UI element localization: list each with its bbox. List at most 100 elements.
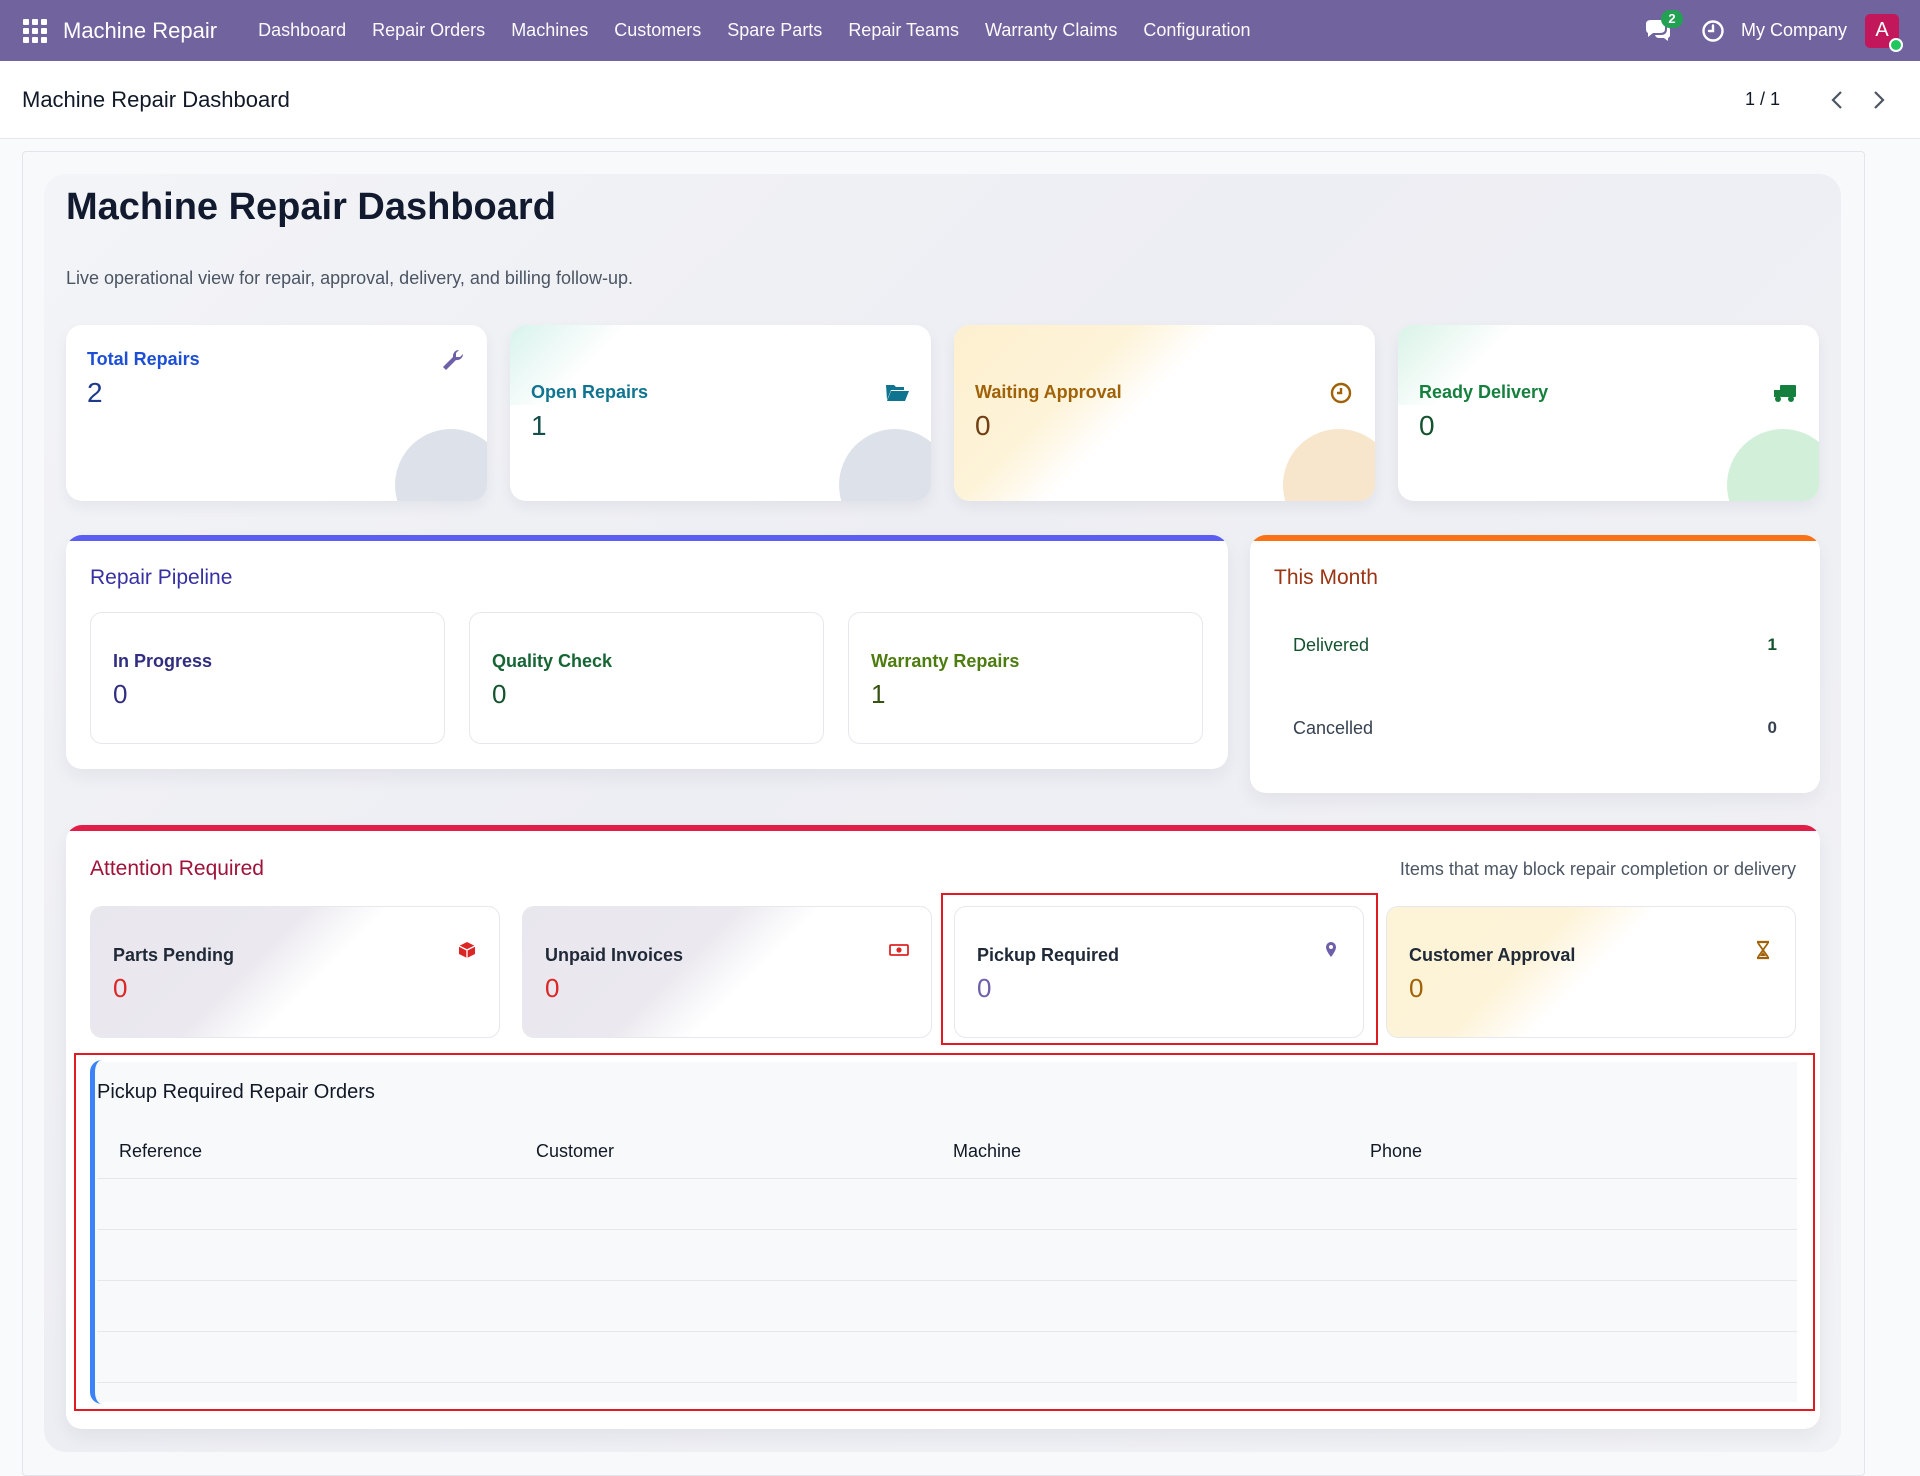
menu-item-dashboard[interactable]: Dashboard	[245, 20, 359, 41]
pipeline-warranty-repairs[interactable]: Warranty Repairs 1	[848, 612, 1203, 744]
pipeline-in-progress[interactable]: In Progress 0	[90, 612, 445, 744]
attention-label: Unpaid Invoices	[545, 945, 684, 965]
pager-previous-button[interactable]	[1826, 86, 1848, 114]
attention-required-title: Attention Required	[90, 857, 264, 880]
menu-item-spare-parts[interactable]: Spare Parts	[714, 20, 835, 41]
kpi-ready-delivery[interactable]: Ready Delivery 0	[1398, 325, 1819, 501]
app-brand[interactable]: Machine Repair	[63, 18, 217, 44]
box-icon	[458, 942, 476, 958]
this-month-title: This Month	[1274, 566, 1378, 589]
attention-label: Parts Pending	[113, 945, 235, 965]
chevron-left-icon	[1831, 90, 1842, 109]
attention-value: 0	[977, 973, 992, 1003]
kpi-label: Total Repairs	[87, 349, 200, 369]
money-icon	[889, 944, 909, 956]
hourglass-icon	[1757, 940, 1769, 960]
card-decor-gradient	[523, 907, 931, 1037]
attention-unpaid-invoices[interactable]: Unpaid Invoices 0	[522, 906, 932, 1038]
month-row-delivered: Delivered 1	[1293, 635, 1777, 656]
clock-icon	[1702, 19, 1724, 42]
avatar-letter: A	[1875, 19, 1889, 41]
table-empty-row	[97, 1331, 1797, 1332]
pipeline-label: Quality Check	[492, 651, 613, 671]
pickup-table-container	[90, 1062, 1797, 1402]
attention-value: 0	[1409, 973, 1424, 1003]
menu-item-customers[interactable]: Customers	[601, 20, 714, 41]
column-header-reference[interactable]: Reference	[119, 1141, 202, 1162]
map-pin-icon	[1326, 942, 1336, 957]
month-row-label: Cancelled	[1293, 718, 1374, 738]
attention-pickup-required[interactable]: Pickup Required 0	[954, 906, 1364, 1038]
pickup-table-title: Pickup Required Repair Orders	[97, 1081, 375, 1103]
attention-value: 0	[545, 973, 560, 1003]
panel-accent-bar	[66, 535, 1228, 541]
kpi-total-repairs[interactable]: Total Repairs 2	[66, 325, 487, 501]
chevron-right-icon	[1874, 90, 1885, 109]
company-switcher[interactable]: My Company	[1741, 20, 1847, 41]
chat-icon[interactable]: 2	[1643, 9, 1683, 46]
folder-open-icon	[886, 385, 909, 401]
month-row-cancelled: Cancelled 0	[1293, 718, 1777, 739]
kpi-decor-circle	[1727, 429, 1819, 501]
kpi-label: Ready Delivery	[1419, 382, 1549, 402]
menu-item-repair-orders[interactable]: Repair Orders	[359, 20, 498, 41]
table-header-divider	[97, 1178, 1797, 1179]
attention-hint: Items that may block repair completion o…	[1399, 859, 1796, 879]
online-status-dot	[1889, 37, 1903, 52]
card-decor-gradient	[1387, 907, 1795, 1037]
control-panel: Machine Repair Dashboard 1 / 1	[0, 61, 1920, 139]
pipeline-value: 0	[113, 679, 128, 709]
chat-count-badge: 2	[1660, 9, 1683, 28]
pipeline-value: 1	[871, 679, 886, 709]
table-accent-border	[90, 1060, 102, 1404]
table-empty-row	[97, 1229, 1797, 1230]
pipeline-label: In Progress	[113, 651, 213, 671]
kpi-value: 1	[531, 410, 547, 441]
clock-icon	[1330, 382, 1352, 404]
user-avatar[interactable]: A	[1865, 13, 1903, 52]
kpi-label: Open Repairs	[531, 382, 649, 402]
apps-grid-icon[interactable]	[23, 18, 47, 43]
column-header-customer[interactable]: Customer	[536, 1141, 614, 1162]
pager: 1 / 1	[1745, 86, 1890, 114]
menu-item-configuration[interactable]: Configuration	[1130, 20, 1263, 41]
table-empty-row	[97, 1280, 1797, 1281]
navbar-systray: 2 My Company A	[1643, 0, 1920, 61]
activity-clock-icon[interactable]	[1701, 19, 1725, 43]
attention-value: 0	[113, 973, 128, 1003]
main-menu: Dashboard Repair Orders Machines Custome…	[245, 20, 1263, 41]
kpi-decor-circle	[395, 429, 487, 501]
repair-pipeline-title: Repair Pipeline	[90, 566, 233, 589]
menu-item-machines[interactable]: Machines	[498, 20, 601, 41]
pager-next-button[interactable]	[1868, 86, 1890, 114]
panel-accent-bar	[1250, 535, 1820, 541]
attention-parts-pending[interactable]: Parts Pending 0	[90, 906, 500, 1038]
pipeline-value: 0	[492, 679, 507, 709]
truck-icon	[1774, 385, 1796, 402]
kpi-label: Waiting Approval	[975, 382, 1122, 402]
page-subtitle: Live operational view for repair, approv…	[66, 268, 633, 288]
kpi-waiting-approval[interactable]: Waiting Approval 0	[954, 325, 1375, 501]
month-row-label: Delivered	[1293, 635, 1370, 655]
attention-label: Customer Approval	[1409, 945, 1576, 965]
column-header-phone[interactable]: Phone	[1370, 1141, 1422, 1162]
table-empty-row	[97, 1382, 1797, 1383]
menu-item-warranty-claims[interactable]: Warranty Claims	[972, 20, 1130, 41]
menu-item-repair-teams[interactable]: Repair Teams	[835, 20, 972, 41]
kpi-open-repairs[interactable]: Open Repairs 1	[510, 325, 931, 501]
pipeline-quality-check[interactable]: Quality Check 0	[469, 612, 824, 744]
top-navbar: Machine Repair Dashboard Repair Orders M…	[0, 0, 1920, 61]
month-row-value: 0	[1767, 718, 1777, 737]
card-decor-gradient	[91, 907, 499, 1037]
pager-value[interactable]: 1 / 1	[1745, 89, 1780, 110]
breadcrumb: Machine Repair Dashboard	[22, 86, 290, 112]
kpi-value: 0	[975, 410, 991, 441]
wrench-icon	[443, 349, 464, 370]
column-header-machine[interactable]: Machine	[953, 1141, 1021, 1162]
attention-label: Pickup Required	[977, 945, 1120, 965]
kpi-decor-circle	[839, 429, 931, 501]
kpi-value: 0	[1419, 410, 1435, 441]
panel-accent-bar	[66, 825, 1820, 831]
pipeline-label: Warranty Repairs	[871, 651, 1020, 671]
attention-customer-approval[interactable]: Customer Approval 0	[1386, 906, 1796, 1038]
